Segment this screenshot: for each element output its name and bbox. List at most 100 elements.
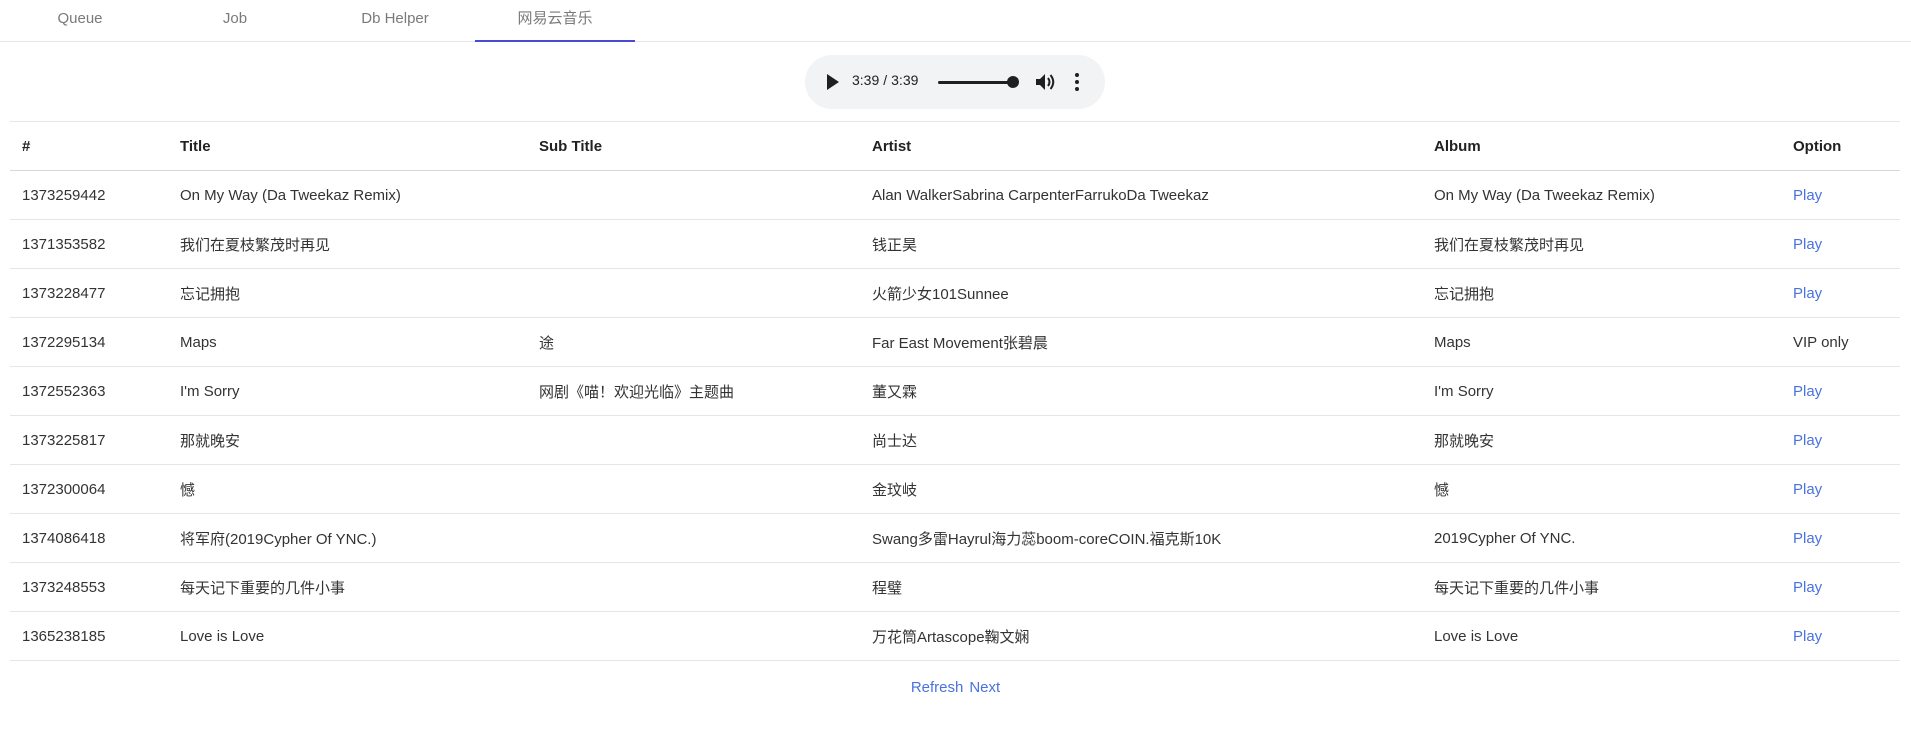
table-row: 1373248553 每天记下重要的几件小事 程璧 每天记下重要的几件小事 Pl… xyxy=(10,562,1900,612)
song-artist: 程璧 xyxy=(860,562,1422,612)
song-option: Play xyxy=(1781,268,1900,318)
song-title: 将军府(2019Cypher Of YNC.) xyxy=(168,513,527,563)
song-subtitle xyxy=(527,464,860,514)
song-option: Play xyxy=(1781,611,1900,661)
pagination-footer: Refresh Next xyxy=(0,679,1911,696)
song-artist: 钱正昊 xyxy=(860,219,1422,269)
more-options-icon[interactable] xyxy=(1073,72,1081,92)
song-option: VIP only xyxy=(1781,317,1900,367)
song-album: On My Way (Da Tweekaz Remix) xyxy=(1422,170,1781,220)
song-title: 每天记下重要的几件小事 xyxy=(168,562,527,612)
song-artist: Swang多雷Hayrul海力蕊boom-coreCOIN.福克斯10K xyxy=(860,513,1422,563)
column-header-title: Title xyxy=(168,121,527,171)
song-album: 忘记拥抱 xyxy=(1422,268,1781,318)
song-option: Play xyxy=(1781,170,1900,220)
tab-netease-music[interactable]: 网易云音乐 xyxy=(475,0,635,42)
time-display: 3:39/3:39 xyxy=(852,72,918,88)
song-id: 1372295134 xyxy=(10,317,168,367)
play-link[interactable]: Play xyxy=(1793,285,1822,302)
tab-db-helper[interactable]: Db Helper xyxy=(315,0,475,42)
column-header-album: Album xyxy=(1422,121,1781,171)
song-title: Love is Love xyxy=(168,611,527,661)
song-subtitle xyxy=(527,170,860,220)
vip-only-label: VIP only xyxy=(1793,333,1849,351)
play-icon[interactable] xyxy=(827,74,839,90)
song-subtitle xyxy=(527,513,860,563)
song-subtitle xyxy=(527,268,860,318)
song-subtitle xyxy=(527,415,860,465)
song-table-container: # Title Sub Title Artist Album Option 13… xyxy=(10,121,1900,661)
song-subtitle: 途 xyxy=(527,317,860,367)
table-row: 1373225817 那就晚安 尚士达 那就晚安 Play xyxy=(10,415,1900,465)
song-artist: 金玟岐 xyxy=(860,464,1422,514)
song-subtitle xyxy=(527,219,860,269)
song-id: 1373248553 xyxy=(10,562,168,612)
duration: 3:39 xyxy=(891,72,919,88)
song-artist: 万花筒Artascope鞠文娴 xyxy=(860,611,1422,661)
play-link[interactable]: Play xyxy=(1793,530,1822,547)
song-option: Play xyxy=(1781,562,1900,612)
song-option: Play xyxy=(1781,219,1900,269)
song-id: 1373225817 xyxy=(10,415,168,465)
song-album: 那就晚安 xyxy=(1422,415,1781,465)
tab-bar: Queue Job Db Helper 网易云音乐 xyxy=(0,0,1911,42)
play-link[interactable]: Play xyxy=(1793,236,1822,253)
table-row: 1372552363 I'm Sorry 网剧《喵！欢迎光临》主题曲 董又霖 I… xyxy=(10,366,1900,416)
song-artist: Far East Movement张碧晨 xyxy=(860,317,1422,367)
table-row: 1374086418 将军府(2019Cypher Of YNC.) Swang… xyxy=(10,513,1900,563)
play-link[interactable]: Play xyxy=(1793,481,1822,498)
table-row: 1373259442 On My Way (Da Tweekaz Remix) … xyxy=(10,170,1900,220)
play-link[interactable]: Play xyxy=(1793,432,1822,449)
tab-queue[interactable]: Queue xyxy=(0,0,160,42)
song-id: 1374086418 xyxy=(10,513,168,563)
song-album: Maps xyxy=(1422,317,1781,367)
song-title: Maps xyxy=(168,317,527,367)
tab-job[interactable]: Job xyxy=(155,0,315,42)
song-title: On My Way (Da Tweekaz Remix) xyxy=(168,170,527,220)
play-link[interactable]: Play xyxy=(1793,187,1822,204)
play-link[interactable]: Play xyxy=(1793,628,1822,645)
song-title: 憾 xyxy=(168,464,527,514)
song-title: 我们在夏枝繁茂时再见 xyxy=(168,219,527,269)
column-header-option: Option xyxy=(1781,121,1900,171)
progress-slider[interactable] xyxy=(938,76,1019,88)
song-id: 1373228477 xyxy=(10,268,168,318)
table-row: 1372300064 憾 金玟岐 憾 Play xyxy=(10,464,1900,514)
song-id: 1371353582 xyxy=(10,219,168,269)
song-title: 忘记拥抱 xyxy=(168,268,527,318)
song-option: Play xyxy=(1781,366,1900,416)
song-title: I'm Sorry xyxy=(168,366,527,416)
progress-thumb[interactable] xyxy=(1007,76,1019,88)
song-option: Play xyxy=(1781,415,1900,465)
column-header-artist: Artist xyxy=(860,121,1422,171)
song-album: 憾 xyxy=(1422,464,1781,514)
song-id: 1373259442 xyxy=(10,170,168,220)
song-album: Love is Love xyxy=(1422,611,1781,661)
song-artist: 火箭少女101Sunnee xyxy=(860,268,1422,318)
table-row: 1373228477 忘记拥抱 火箭少女101Sunnee 忘记拥抱 Play xyxy=(10,268,1900,318)
song-option: Play xyxy=(1781,464,1900,514)
current-time: 3:39 xyxy=(852,72,880,88)
time-separator: / xyxy=(883,72,888,88)
play-link[interactable]: Play xyxy=(1793,383,1822,400)
song-album: 我们在夏枝繁茂时再见 xyxy=(1422,219,1781,269)
song-id: 1372552363 xyxy=(10,366,168,416)
song-id: 1365238185 xyxy=(10,611,168,661)
column-header-id: # xyxy=(10,121,168,171)
audio-player: 3:39/3:39 xyxy=(805,55,1105,109)
column-header-subtitle: Sub Title xyxy=(527,121,860,171)
song-artist: Alan WalkerSabrina CarpenterFarrukoDa Tw… xyxy=(860,170,1422,220)
song-title: 那就晚安 xyxy=(168,415,527,465)
song-subtitle xyxy=(527,611,860,661)
next-link[interactable]: Next xyxy=(969,679,1000,696)
play-link[interactable]: Play xyxy=(1793,579,1822,596)
song-subtitle: 网剧《喵！欢迎光临》主题曲 xyxy=(527,366,860,416)
table-header-row: # Title Sub Title Artist Album Option xyxy=(10,121,1900,171)
volume-icon[interactable] xyxy=(1035,72,1057,92)
song-album: 每天记下重要的几件小事 xyxy=(1422,562,1781,612)
table-row: 1365238185 Love is Love 万花筒Artascope鞠文娴 … xyxy=(10,611,1900,661)
song-table: # Title Sub Title Artist Album Option 13… xyxy=(10,121,1900,661)
table-row: 1372295134 Maps 途 Far East Movement张碧晨 M… xyxy=(10,317,1900,367)
progress-fill xyxy=(938,81,1013,84)
refresh-link[interactable]: Refresh xyxy=(911,679,964,696)
